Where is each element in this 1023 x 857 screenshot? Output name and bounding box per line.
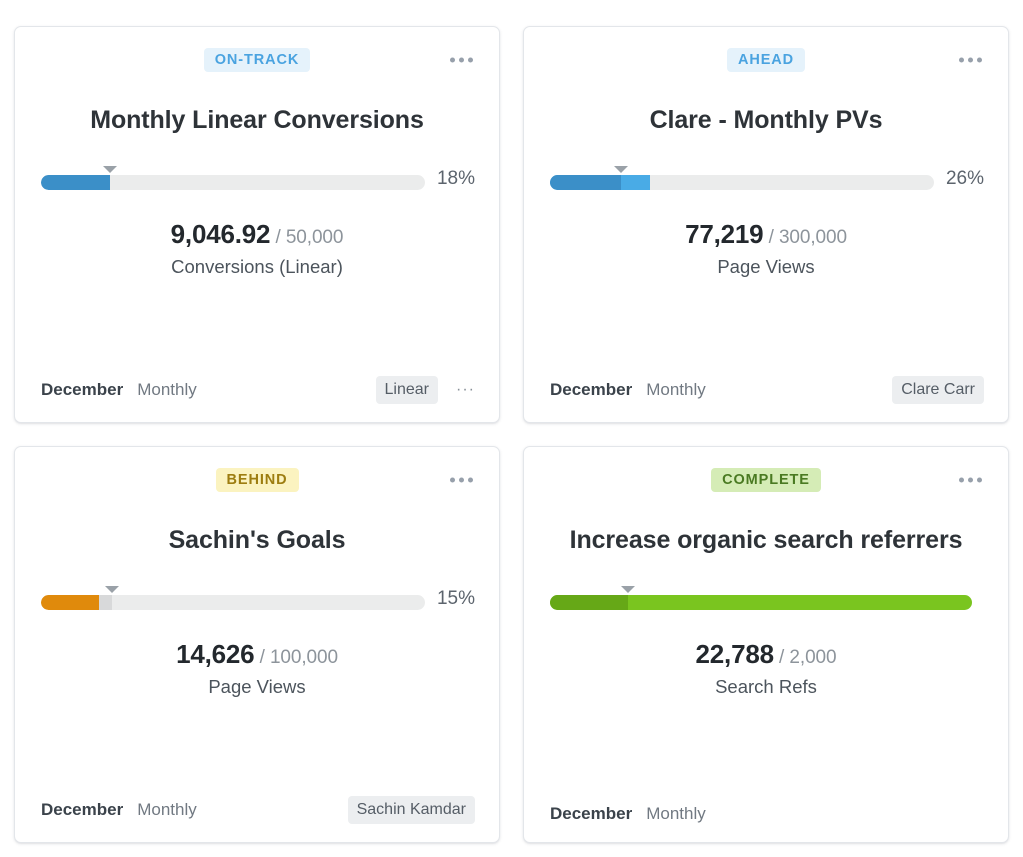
kebab-dot <box>468 477 473 483</box>
metric-value: 77,219 <box>685 219 764 249</box>
metric-target: 300,000 <box>778 227 847 248</box>
progress-row: 18% <box>39 166 475 190</box>
metric-unit: Search Refs <box>715 675 817 697</box>
kebab-menu-icon[interactable] <box>957 52 984 69</box>
metric-separator: / <box>768 227 774 248</box>
status-badge: AHEAD <box>726 47 806 73</box>
progress-bar[interactable] <box>550 166 934 190</box>
status-badge: BEHIND <box>215 467 299 493</box>
progress-row: 15% <box>39 586 475 610</box>
card-footer: December Monthly Clare Carr <box>548 375 984 406</box>
kebab-dot <box>977 57 982 63</box>
pace-marker-icon <box>621 586 636 593</box>
metric-target: 2,000 <box>789 647 837 668</box>
kebab-dot <box>450 477 455 483</box>
progress-bar[interactable] <box>41 166 425 190</box>
metric-separator: / <box>779 647 785 668</box>
metric-target: 50,000 <box>285 227 344 248</box>
metric-separator: / <box>275 227 281 248</box>
metric-block: 14,626 / 100,000 Page Views <box>39 639 475 697</box>
progress-track <box>41 175 425 190</box>
kebab-dot <box>959 477 964 483</box>
footer-tag[interactable]: Linear <box>375 375 439 404</box>
metric-line: 9,046.92 / 50,000 <box>39 219 475 250</box>
kebab-dot <box>459 477 464 483</box>
pace-marker-icon <box>105 586 120 593</box>
progress-track <box>550 595 972 610</box>
card-footer: December Monthly Sachin Kamdar <box>39 795 475 826</box>
metric-line: 14,626 / 100,000 <box>39 639 475 670</box>
goal-card[interactable]: BEHIND Sachin's Goals 15% 14,626 / 100,0… <box>14 446 500 843</box>
status-badge: COMPLETE <box>711 467 821 493</box>
progress-row: 26% <box>548 166 984 190</box>
progress-bar[interactable] <box>550 586 972 610</box>
metric-unit: Page Views <box>717 255 815 277</box>
card-header: COMPLETE <box>548 465 984 495</box>
card-header: AHEAD <box>548 45 984 75</box>
status-badge: ON-TRACK <box>203 47 311 73</box>
metric-value: 22,788 <box>695 639 775 669</box>
footer-cadence[interactable]: Monthly <box>137 380 197 400</box>
metric-block: 22,788 / 2,000 Search Refs <box>548 639 984 697</box>
kebab-dot <box>959 57 964 63</box>
progress-percent-label: 18% <box>436 168 475 189</box>
metric-target: 100,000 <box>269 647 338 668</box>
card-footer: December Monthly <box>548 804 984 826</box>
progress-fill <box>41 175 111 190</box>
card-footer: December Monthly Linear ··· <box>39 375 475 406</box>
goal-card[interactable]: ON-TRACK Monthly Linear Conversions 18% <box>14 26 500 423</box>
goal-title: Sachin's Goals <box>168 526 346 554</box>
kebab-dot <box>977 477 982 483</box>
progress-fill <box>550 175 622 190</box>
kebab-dot <box>459 57 464 63</box>
metric-block: 77,219 / 300,000 Page Views <box>548 219 984 277</box>
progress-track <box>41 595 425 610</box>
goal-title: Increase organic search referrers <box>569 526 963 554</box>
kebab-dot <box>968 477 973 483</box>
metric-value: 9,046.92 <box>170 219 271 249</box>
progress-fill <box>41 595 99 610</box>
progress-row <box>548 586 984 610</box>
kebab-dot <box>968 57 973 63</box>
footer-period[interactable]: December <box>550 380 632 400</box>
progress-percent-label: 15% <box>436 588 475 609</box>
progress-track <box>550 175 934 190</box>
metric-line: 77,219 / 300,000 <box>548 219 984 250</box>
metric-block: 9,046.92 / 50,000 Conversions (Linear) <box>39 219 475 277</box>
kebab-dot <box>450 57 455 63</box>
goal-card[interactable]: COMPLETE Increase organic search referre… <box>523 446 1009 843</box>
progress-fill <box>550 595 629 610</box>
kebab-menu-icon[interactable] <box>957 472 984 489</box>
footer-cadence[interactable]: Monthly <box>646 804 706 824</box>
footer-period[interactable]: December <box>41 800 123 820</box>
kebab-menu-icon[interactable] <box>448 52 475 69</box>
metric-unit: Conversions (Linear) <box>171 255 343 277</box>
goal-title: Clare - Monthly PVs <box>649 106 883 134</box>
progress-percent-label: 26% <box>945 168 984 189</box>
goal-card[interactable]: AHEAD Clare - Monthly PVs 26% 77,219 / 3… <box>523 26 1009 423</box>
progress-pace-gap <box>98 595 113 610</box>
footer-more-tags[interactable]: ··· <box>456 381 475 399</box>
pace-marker-icon <box>614 166 629 173</box>
goal-title: Monthly Linear Conversions <box>90 106 424 134</box>
footer-cadence[interactable]: Monthly <box>137 800 197 820</box>
metric-unit: Page Views <box>208 675 306 697</box>
card-header: ON-TRACK <box>39 45 475 75</box>
goal-card-grid: ON-TRACK Monthly Linear Conversions 18% <box>0 0 1023 857</box>
metric-separator: / <box>259 647 265 668</box>
footer-tag[interactable]: Sachin Kamdar <box>347 795 475 824</box>
metric-line: 22,788 / 2,000 <box>548 639 984 670</box>
metric-value: 14,626 <box>176 639 255 669</box>
progress-bar[interactable] <box>41 586 425 610</box>
pace-marker-icon <box>103 166 118 173</box>
footer-period[interactable]: December <box>41 380 123 400</box>
kebab-menu-icon[interactable] <box>448 472 475 489</box>
footer-tag[interactable]: Clare Carr <box>892 375 984 404</box>
card-header: BEHIND <box>39 465 475 495</box>
footer-period[interactable]: December <box>550 804 632 824</box>
kebab-dot <box>468 57 473 63</box>
footer-cadence[interactable]: Monthly <box>646 380 706 400</box>
